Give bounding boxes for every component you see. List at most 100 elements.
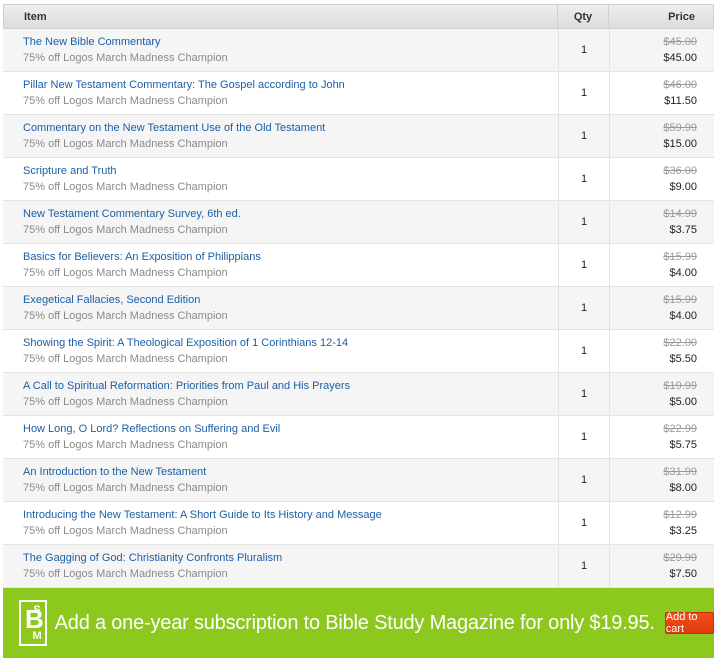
promo-text: 75% off Logos March Madness Champion (23, 395, 228, 408)
item-cell: How Long, O Lord? Reflections on Sufferi… (3, 416, 559, 458)
sale-price: $45.00 (663, 52, 697, 64)
item-cell: Exegetical Fallacies, Second Edition 75% … (3, 287, 559, 329)
product-title-link[interactable]: New Testament Commentary Survey, 6th ed. (23, 207, 558, 222)
promo-text: 75% off Logos March Madness Champion (23, 180, 228, 193)
sale-price: $3.25 (669, 525, 697, 537)
table-row: Exegetical Fallacies, Second Edition 75% … (3, 287, 714, 330)
item-cell: Showing the Spirit: A Theological Exposi… (3, 330, 559, 372)
product-title-link[interactable]: Commentary on the New Testament Use of t… (23, 121, 558, 136)
product-title-link[interactable]: The New Bible Commentary (23, 35, 558, 50)
item-cell: An Introduction to the New Testament 75% … (3, 459, 559, 501)
promo-text: 75% off Logos March Madness Champion (23, 309, 228, 322)
original-price: $45.00 (663, 36, 697, 48)
original-price: $15.99 (663, 294, 697, 306)
original-price: $22.99 (663, 423, 697, 435)
product-title-link[interactable]: Exegetical Fallacies, Second Edition (23, 293, 558, 308)
original-price: $29.99 (663, 552, 697, 564)
table-row: Showing the Spirit: A Theological Exposi… (3, 330, 714, 373)
price-cell: $12.99 $3.25 (610, 502, 714, 544)
table-row: An Introduction to the New Testament 75% … (3, 459, 714, 502)
original-price: $59.99 (663, 122, 697, 134)
item-cell: A Call to Spiritual Reformation: Priorit… (3, 373, 559, 415)
original-price: $15.99 (663, 251, 697, 263)
price-cell: $31.99 $8.00 (610, 459, 714, 501)
product-title-link[interactable]: A Call to Spiritual Reformation: Priorit… (23, 379, 558, 394)
subscription-banner: B S M Add a one-year subscription to Bib… (3, 588, 714, 658)
sale-price: $5.75 (669, 439, 697, 451)
price-cell: $15.99 $4.00 (610, 287, 714, 329)
sale-price: $15.00 (663, 138, 697, 150)
table-row: The Gagging of God: Christianity Confron… (3, 545, 714, 588)
promo-text: 75% off Logos March Madness Champion (23, 567, 228, 580)
promo-text: 75% off Logos March Madness Champion (23, 266, 228, 279)
item-cell: Commentary on the New Testament Use of t… (3, 115, 559, 157)
product-title-link[interactable]: How Long, O Lord? Reflections on Sufferi… (23, 422, 558, 437)
promo-text: 75% off Logos March Madness Champion (23, 524, 228, 537)
table-header: Item Qty Price (3, 4, 714, 29)
price-cell: $14.99 $3.75 (610, 201, 714, 243)
price-cell: $19.99 $5.00 (610, 373, 714, 415)
quantity: 1 (559, 244, 610, 286)
banner-text: Add a one-year subscription to Bible Stu… (54, 611, 655, 634)
sale-price: $9.00 (669, 181, 697, 193)
table-row: Introducing the New Testament: A Short G… (3, 502, 714, 545)
promo-text: 75% off Logos March Madness Champion (23, 94, 228, 107)
item-cell: Scripture and Truth 75% off Logos March M… (3, 158, 559, 200)
sale-price: $5.50 (669, 353, 697, 365)
product-title-link[interactable]: The Gagging of God: Christianity Confron… (23, 551, 558, 566)
product-title-link[interactable]: Introducing the New Testament: A Short G… (23, 508, 558, 523)
item-cell: The New Bible Commentary 75% off Logos Ma… (3, 29, 559, 71)
price-cell: $36.00 $9.00 (610, 158, 714, 200)
quantity: 1 (559, 158, 610, 200)
quantity: 1 (559, 115, 610, 157)
table-row: Commentary on the New Testament Use of t… (3, 115, 714, 158)
quantity: 1 (559, 29, 610, 71)
product-title-link[interactable]: Pillar New Testament Commentary: The Gos… (23, 78, 558, 93)
table-row: Scripture and Truth 75% off Logos March M… (3, 158, 714, 201)
promo-text: 75% off Logos March Madness Champion (23, 438, 228, 451)
sale-price: $11.50 (664, 95, 697, 107)
header-item: Item (4, 5, 558, 28)
price-cell: $29.99 $7.50 (610, 545, 714, 587)
table-row: A Call to Spiritual Reformation: Priorit… (3, 373, 714, 416)
product-title-link[interactable]: Showing the Spirit: A Theological Exposi… (23, 336, 558, 351)
promo-text: 75% off Logos March Madness Champion (23, 352, 228, 365)
add-to-cart-button[interactable]: Add to cart (664, 611, 714, 635)
price-cell: $45.00 $45.00 (610, 29, 714, 71)
product-title-link[interactable]: An Introduction to the New Testament (23, 465, 558, 480)
bible-study-magazine-logo: B S M (19, 600, 47, 646)
quantity: 1 (559, 330, 610, 372)
header-price: Price (668, 10, 695, 23)
quantity: 1 (559, 545, 610, 587)
price-cell: $22.99 $5.75 (610, 416, 714, 458)
cart-table: Item Qty Price The New Bible Commentary 7… (3, 4, 714, 588)
item-cell: Introducing the New Testament: A Short G… (3, 502, 559, 544)
quantity: 1 (559, 502, 610, 544)
item-cell: Pillar New Testament Commentary: The Gos… (3, 72, 559, 114)
sale-price: $8.00 (669, 482, 697, 494)
quantity: 1 (559, 201, 610, 243)
promo-text: 75% off Logos March Madness Champion (23, 223, 228, 236)
item-cell: Basics for Believers: An Exposition of P… (3, 244, 559, 286)
price-cell: $15.99 $4.00 (610, 244, 714, 286)
sale-price: $5.00 (669, 396, 697, 408)
original-price: $14.99 (663, 208, 697, 220)
quantity: 1 (559, 287, 610, 329)
product-title-link[interactable]: Basics for Believers: An Exposition of P… (23, 250, 558, 265)
table-body: The New Bible Commentary 75% off Logos Ma… (3, 29, 714, 588)
quantity: 1 (559, 459, 610, 501)
table-row: Pillar New Testament Commentary: The Gos… (3, 72, 714, 115)
promo-text: 75% off Logos March Madness Champion (23, 481, 228, 494)
original-price: $36.00 (663, 165, 697, 177)
product-title-link[interactable]: Scripture and Truth (23, 164, 558, 179)
sale-price: $7.50 (669, 568, 697, 580)
item-cell: The Gagging of God: Christianity Confron… (3, 545, 559, 587)
header-qty: Qty (558, 5, 609, 28)
promo-text: 75% off Logos March Madness Champion (23, 137, 228, 150)
original-price: $46.00 (663, 79, 697, 91)
table-row: The New Bible Commentary 75% off Logos Ma… (3, 29, 714, 72)
promo-text: 75% off Logos March Madness Champion (23, 51, 228, 64)
price-cell: $59.99 $15.00 (610, 115, 714, 157)
table-row: New Testament Commentary Survey, 6th ed.… (3, 201, 714, 244)
quantity: 1 (559, 416, 610, 458)
